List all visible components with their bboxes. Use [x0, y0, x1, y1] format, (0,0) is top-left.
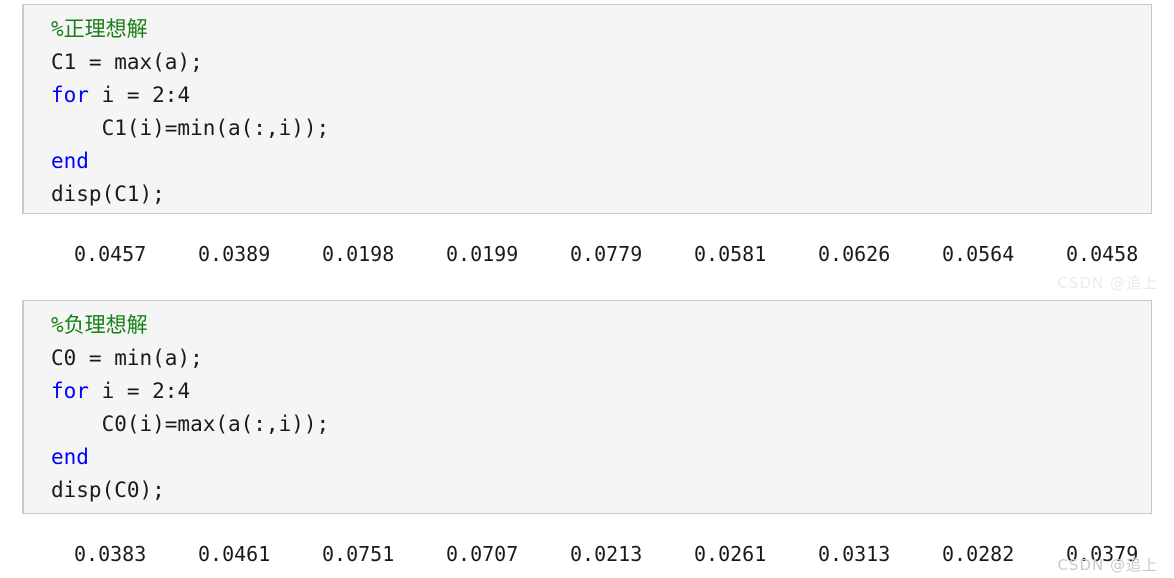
code-block-negative-ideal-solution: %负理想解 C0 = min(a); for i = 2:4 C0(i)=max(a…	[22, 300, 1152, 514]
code-token-plain: C1(i)=min(a(:,i));	[51, 116, 330, 140]
code-line: C1 = max(a);	[24, 46, 1151, 79]
code-token-plain: C0 = min(a);	[51, 346, 203, 370]
code-token-comment: %正理想解	[51, 17, 148, 41]
watermark-top: CSDN @追上	[1057, 274, 1158, 292]
code-line: end	[24, 441, 1151, 474]
output-value: 0.0779	[570, 242, 643, 266]
output-value: 0.0564	[942, 242, 1015, 266]
output-value: 0.0379	[1066, 542, 1139, 566]
output-value: 0.0198	[322, 242, 395, 266]
code-line: end	[24, 145, 1151, 178]
code-token-plain: C1 = max(a);	[51, 50, 203, 74]
code-block-positive-ideal-solution: %正理想解 C1 = max(a); for i = 2:4 C1(i)=min(a…	[22, 4, 1152, 214]
output-value: 0.0707	[446, 542, 519, 566]
code-token-plain: C0(i)=max(a(:,i));	[51, 412, 330, 436]
output-value: 0.0261	[694, 542, 767, 566]
output-value: 0.0282	[942, 542, 1015, 566]
code-line: %负理想解	[24, 309, 1151, 342]
output-value: 0.0751	[322, 542, 395, 566]
code-token-keyword: end	[51, 149, 89, 173]
output-value: 0.0213	[570, 542, 643, 566]
code-token-plain: i = 2:4	[88, 379, 191, 403]
output-value: 0.0457	[74, 242, 147, 266]
code-token-keyword: for	[51, 83, 89, 107]
code-token-keyword: end	[51, 445, 89, 469]
output-value: 0.0626	[818, 242, 891, 266]
code-line: C0 = min(a);	[24, 342, 1151, 375]
code-token-plain: i = 2:4	[88, 83, 191, 107]
code-line: C0(i)=max(a(:,i));	[24, 408, 1151, 441]
console-output-row-negative: 0.0383 0.0461 0.0751 0.0707 0.0213 0.0261 0.03…	[22, 540, 1162, 568]
page-root: %正理想解 C1 = max(a); for i = 2:4 C1(i)=min(a…	[0, 0, 1174, 578]
code-token-plain: disp(C1);	[51, 182, 165, 206]
code-line: C1(i)=min(a(:,i));	[24, 112, 1151, 145]
output-value: 0.0581	[694, 242, 767, 266]
output-value: 0.0199	[446, 242, 519, 266]
output-value: 0.0313	[818, 542, 891, 566]
code-line: for i = 2:4	[24, 375, 1151, 408]
output-value: 0.0458	[1066, 242, 1139, 266]
code-line: for i = 2:4	[24, 79, 1151, 112]
code-line: disp(C0);	[24, 474, 1151, 507]
console-output-row-positive: 0.0457 0.0389 0.0198 0.0199 0.0779 0.0581 0.06…	[22, 240, 1162, 268]
code-line: %正理想解	[24, 13, 1151, 46]
code-line: disp(C1);	[24, 178, 1151, 211]
code-token-plain: disp(C0);	[51, 478, 165, 502]
code-token-comment: %负理想解	[51, 313, 148, 337]
code-token-keyword: for	[51, 379, 89, 403]
output-value: 0.0389	[198, 242, 271, 266]
output-value: 0.0461	[198, 542, 271, 566]
output-value: 0.0383	[74, 542, 147, 566]
